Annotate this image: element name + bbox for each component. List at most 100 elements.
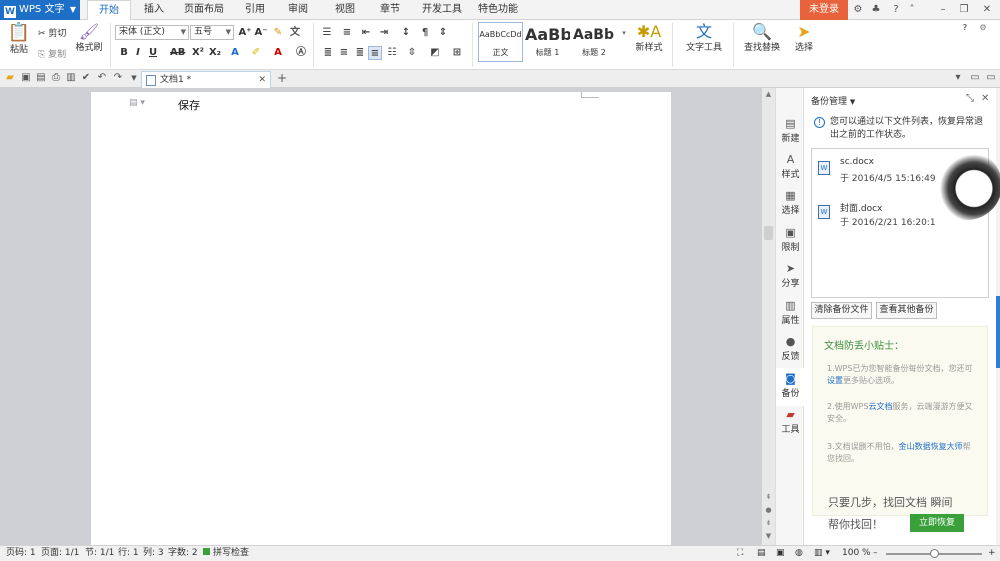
outline-view-icon[interactable]: ▥ ▾ bbox=[814, 546, 830, 561]
fit-page-icon[interactable]: ⛶ bbox=[737, 546, 743, 561]
document-text[interactable]: 保存 bbox=[178, 97, 200, 113]
settings-icon[interactable]: ⚙ bbox=[976, 21, 990, 35]
select-button[interactable]: ➤ 选择 bbox=[789, 24, 819, 54]
tab-section[interactable]: 章节 bbox=[372, 0, 408, 20]
numbering-icon[interactable]: ≡ bbox=[340, 26, 354, 40]
tab-page-layout[interactable]: 页面布局 bbox=[179, 0, 229, 20]
text-effect-icon[interactable]: A bbox=[228, 46, 242, 60]
style-heading-2[interactable]: AaBb( 标题 2 bbox=[572, 22, 616, 62]
spellcheck-toggle[interactable]: 拼写检查 bbox=[203, 546, 249, 561]
spell-icon[interactable]: ✔ bbox=[80, 72, 92, 84]
tool-share[interactable]: ➤ 分享 bbox=[776, 263, 805, 290]
tab-developer[interactable]: 开发工具 bbox=[417, 0, 467, 20]
tool-new[interactable]: ▤ 新建 bbox=[776, 118, 805, 145]
paragraph-handle-icon[interactable]: ▤ ▾ bbox=[129, 98, 145, 108]
align-right-icon[interactable]: ≣ bbox=[353, 46, 367, 60]
line-spacing-menu-icon[interactable]: ⇳ bbox=[405, 46, 419, 60]
recover-now-button[interactable]: 立即恢复 bbox=[910, 514, 964, 532]
scroll-up-icon[interactable]: ▲ bbox=[764, 90, 773, 98]
chevron-down-icon[interactable]: ▼ bbox=[128, 72, 140, 84]
redo-icon[interactable]: ↷ bbox=[112, 72, 124, 84]
strikethrough-icon[interactable]: AB bbox=[170, 46, 185, 60]
web-view-icon[interactable]: ◍ bbox=[795, 546, 803, 561]
full-screen-icon[interactable]: ▣ bbox=[776, 546, 785, 561]
justify-icon[interactable]: ≡ bbox=[368, 46, 382, 60]
tool-restrict[interactable]: ▣ 限制 bbox=[776, 227, 805, 254]
close-tab-icon[interactable]: ✕ bbox=[258, 72, 266, 88]
styles-more-icon[interactable]: ▾ bbox=[617, 26, 631, 40]
tab-insert[interactable]: 插入 bbox=[134, 0, 174, 20]
prev-page-icon[interactable]: ⇞ bbox=[764, 493, 773, 501]
cut-button[interactable]: ✂ 剪切 bbox=[38, 26, 66, 39]
subscript-icon[interactable]: X₂ bbox=[208, 46, 222, 60]
new-style-button[interactable]: ✱A 新样式 bbox=[630, 24, 668, 54]
page-view-icon[interactable]: ▤ bbox=[757, 546, 766, 561]
copy-button[interactable]: ⎘ 复制 bbox=[38, 47, 66, 60]
tool-select[interactable]: ▦ 选择 bbox=[776, 190, 805, 217]
grow-font-icon[interactable]: A⁺ bbox=[238, 26, 252, 40]
login-button[interactable]: 未登录 bbox=[800, 0, 848, 20]
tab-home[interactable]: 开始 bbox=[87, 0, 131, 21]
panel-title[interactable]: 备份管理 ▼ bbox=[811, 94, 855, 107]
scrollbar-thumb[interactable] bbox=[764, 226, 773, 240]
find-replace-button[interactable]: 🔍 查找替换 bbox=[737, 24, 787, 54]
borders-icon[interactable]: ⊞ bbox=[450, 46, 464, 60]
open-icon[interactable]: ▰ bbox=[4, 72, 16, 84]
help-icon[interactable]: ? bbox=[889, 3, 903, 17]
select-browse-icon[interactable]: ● bbox=[764, 506, 773, 514]
tool-feedback[interactable]: ● 反馈 bbox=[776, 336, 805, 363]
format-painter-button[interactable]: 🖌 格式刷 bbox=[75, 24, 103, 54]
superscript-icon[interactable]: X² bbox=[191, 46, 205, 60]
phonetic-icon[interactable]: 文 bbox=[288, 26, 302, 40]
cloud-docs-link[interactable]: 云文档 bbox=[868, 402, 892, 411]
highlight-icon[interactable]: ✐ bbox=[249, 46, 263, 60]
bullets-icon[interactable]: ☰ bbox=[320, 26, 334, 40]
font-name-select[interactable]: 宋体 (正文) ▼ bbox=[115, 25, 189, 40]
distributed-icon[interactable]: ☷ bbox=[385, 46, 399, 60]
paragraph-mark-icon[interactable]: ¶ bbox=[418, 26, 432, 40]
font-size-select[interactable]: 五号 ▼ bbox=[190, 25, 234, 40]
indent-icon[interactable]: ⇥ bbox=[377, 26, 391, 40]
close-panel-icon[interactable]: ✕ bbox=[981, 93, 989, 104]
zoom-slider-thumb[interactable] bbox=[930, 549, 939, 558]
minimize-icon[interactable]: – bbox=[936, 3, 950, 17]
pin-icon[interactable]: ⤡ bbox=[966, 93, 974, 104]
help-icon[interactable]: ? bbox=[958, 21, 972, 35]
close-icon[interactable]: ✕ bbox=[980, 3, 994, 17]
paste-button[interactable]: 📋 粘贴 bbox=[4, 24, 34, 56]
export-pdf-icon[interactable]: ▤ bbox=[35, 72, 47, 84]
print-icon[interactable]: ⎙ bbox=[50, 72, 62, 84]
align-center-icon[interactable]: ≡ bbox=[337, 46, 351, 60]
undo-icon[interactable]: ↶ bbox=[96, 72, 108, 84]
underline-icon[interactable]: U bbox=[146, 46, 160, 60]
text-tool-button[interactable]: 文 文字工具 bbox=[679, 24, 729, 54]
shirt-icon[interactable]: ♣ bbox=[869, 3, 883, 17]
chevron-up-icon[interactable]: ˄ bbox=[905, 3, 919, 17]
ribbon-toggle-icon[interactable]: ▭ bbox=[985, 72, 997, 84]
tab-view[interactable]: 视图 bbox=[327, 0, 363, 20]
restore-icon[interactable]: ❐ bbox=[957, 3, 971, 17]
document-page[interactable]: ▤ ▾ 保存 bbox=[91, 92, 671, 545]
shrink-font-icon[interactable]: A⁻ bbox=[254, 26, 268, 40]
tool-properties[interactable]: ▥ 属性 bbox=[776, 300, 805, 327]
font-color-icon[interactable]: A bbox=[271, 46, 285, 60]
tool-styles[interactable]: A 样式 bbox=[776, 154, 805, 181]
sort-icon[interactable]: ↕ bbox=[399, 26, 413, 40]
settings-link[interactable]: 设置 bbox=[827, 376, 843, 385]
zoom-in-icon[interactable]: + bbox=[988, 546, 996, 561]
zoom-out-icon[interactable]: – bbox=[873, 546, 878, 561]
document-tab[interactable]: 文档1 * ✕ bbox=[141, 71, 271, 88]
italic-icon[interactable]: I bbox=[131, 46, 145, 60]
tab-review[interactable]: 审阅 bbox=[280, 0, 316, 20]
print-preview-icon[interactable]: ▥ bbox=[65, 72, 77, 84]
zoom-level[interactable]: 100 % bbox=[842, 546, 871, 561]
download-icon[interactable]: ▾ bbox=[952, 72, 964, 84]
outdent-icon[interactable]: ⇤ bbox=[359, 26, 373, 40]
save-icon[interactable]: ▣ bbox=[20, 72, 32, 84]
shading-icon[interactable]: ◩ bbox=[428, 46, 442, 60]
tab-references[interactable]: 引用 bbox=[237, 0, 273, 20]
next-page-icon[interactable]: ⇟ bbox=[764, 519, 773, 527]
style-normal[interactable]: AaBbCcDd 正文 bbox=[478, 22, 523, 62]
view-other-backups-button[interactable]: 查看其他备份 bbox=[876, 302, 937, 319]
clear-format-icon[interactable]: ✎ bbox=[271, 26, 285, 40]
